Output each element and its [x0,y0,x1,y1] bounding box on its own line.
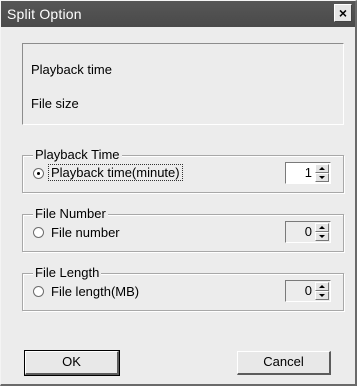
cancel-button[interactable]: Cancel [237,351,331,375]
close-button[interactable]: × [334,4,352,22]
ok-button[interactable]: OK [24,350,120,376]
spin-buttons [315,223,329,241]
arrow-down-icon [319,235,325,238]
title-bar[interactable]: Split Option × [1,1,355,27]
spin-down-button[interactable] [315,232,329,241]
playback-time-info: Playback time [31,62,112,77]
file-number-radio-label[interactable]: File number [51,225,120,240]
arrow-down-icon [319,294,325,297]
file-length-radio[interactable] [33,286,44,297]
file-length-radio-label[interactable]: File length(MB) [51,284,139,299]
file-size-info: File size [31,96,79,111]
arrow-up-icon [319,167,325,170]
spin-down-button[interactable] [315,291,329,300]
arrow-up-icon [319,285,325,288]
spin-up-button[interactable] [315,164,329,173]
spin-down-button[interactable] [315,173,329,182]
group-title-file-number: File Number [33,206,108,222]
spin-up-button[interactable] [315,282,329,291]
playback-time-radio-label[interactable]: Playback time(minute) [48,164,183,181]
split-option-dialog: Split Option × Playback time File size P… [0,0,357,386]
close-icon: × [338,5,348,21]
file-number-group: File Number File number 0 [22,206,344,252]
info-panel: Playback time File size [22,43,344,125]
arrow-up-icon [319,226,325,229]
file-length-value[interactable]: 0 [305,283,312,298]
file-number-value[interactable]: 0 [305,224,312,239]
playback-time-group: Playback Time Playback time(minute) 1 [22,147,344,193]
file-number-spinner[interactable]: 0 [285,221,331,243]
file-length-spinner[interactable]: 0 [285,280,331,302]
spin-up-button[interactable] [315,223,329,232]
dialog-title: Split Option [7,6,82,22]
file-length-group: File Length File length(MB) 0 [22,265,344,311]
playback-time-radio[interactable] [33,168,44,179]
group-title-playback-time: Playback Time [33,147,122,163]
file-number-radio[interactable] [33,227,44,238]
playback-time-value[interactable]: 1 [305,165,312,180]
playback-time-spinner[interactable]: 1 [285,162,331,184]
spin-buttons [315,164,329,182]
spin-buttons [315,282,329,300]
arrow-down-icon [319,176,325,179]
group-title-file-length: File Length [33,265,102,281]
